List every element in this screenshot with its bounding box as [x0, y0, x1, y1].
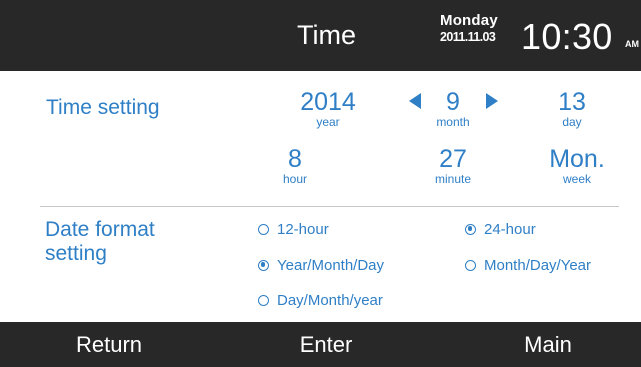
option-month-day-year[interactable]: Month/Day/Year — [465, 255, 591, 275]
enter-button[interactable]: Enter — [271, 322, 381, 367]
minute-unit: minute — [434, 172, 472, 186]
date-format-label: Date format setting — [45, 218, 155, 266]
option-12-hour[interactable]: 12-hour — [258, 219, 329, 239]
date-format-label-line2: setting — [45, 242, 107, 265]
option-12-hour-label: 12-hour — [277, 220, 329, 238]
option-day-month-year[interactable]: Day/Month/year — [258, 290, 383, 310]
minute-value: 27 — [439, 145, 467, 173]
hour-unit: hour — [282, 172, 308, 186]
current-time: 10:30 — [521, 16, 613, 57]
option-year-month-day[interactable]: Year/Month/Day — [258, 255, 384, 275]
week-unit: week — [562, 172, 591, 186]
section-divider — [40, 206, 619, 207]
radio-month-day-year-icon — [465, 259, 476, 271]
radio-24-hour-icon — [465, 223, 476, 235]
time-setting-label: Time setting — [46, 96, 160, 119]
header-bar: Time Monday 2011.11.03 10:30 AM — [0, 0, 641, 71]
current-date: 2011.11.03 — [440, 30, 496, 44]
option-24-hour[interactable]: 24-hour — [465, 219, 536, 239]
return-button[interactable]: Return — [49, 322, 169, 367]
option-month-day-year-label: Month/Day/Year — [484, 256, 592, 274]
week-value: Mon. — [549, 145, 605, 173]
weekday-label: Monday — [440, 12, 498, 29]
hour-field[interactable]: 8 hour — [240, 145, 350, 186]
option-day-month-year-label: Day/Month/year — [277, 291, 383, 309]
month-increment-arrow-icon[interactable] — [486, 93, 498, 109]
year-unit: year — [316, 115, 340, 129]
date-format-label-line1: Date format — [45, 218, 155, 241]
month-unit: month — [436, 115, 470, 129]
minute-field[interactable]: 27 minute — [398, 145, 508, 186]
day-field[interactable]: 13 day — [517, 88, 627, 129]
year-value: 2014 — [300, 88, 356, 116]
footer-bar: Return Enter Main — [0, 322, 641, 367]
radio-12-hour-icon — [258, 223, 269, 235]
page-title: Time — [297, 20, 356, 50]
radio-day-month-year-icon — [258, 294, 269, 306]
year-field[interactable]: 2014 year — [273, 88, 383, 129]
day-value: 13 — [558, 88, 586, 116]
day-unit: day — [562, 115, 582, 129]
week-field[interactable]: Mon. week — [522, 145, 632, 186]
ampm-indicator: AM — [625, 39, 639, 49]
option-24-hour-label: 24-hour — [484, 220, 536, 238]
radio-year-month-day-icon — [258, 259, 269, 271]
hour-value: 8 — [288, 145, 302, 173]
main-button[interactable]: Main — [488, 322, 608, 367]
option-year-month-day-label: Year/Month/Day — [277, 256, 385, 274]
